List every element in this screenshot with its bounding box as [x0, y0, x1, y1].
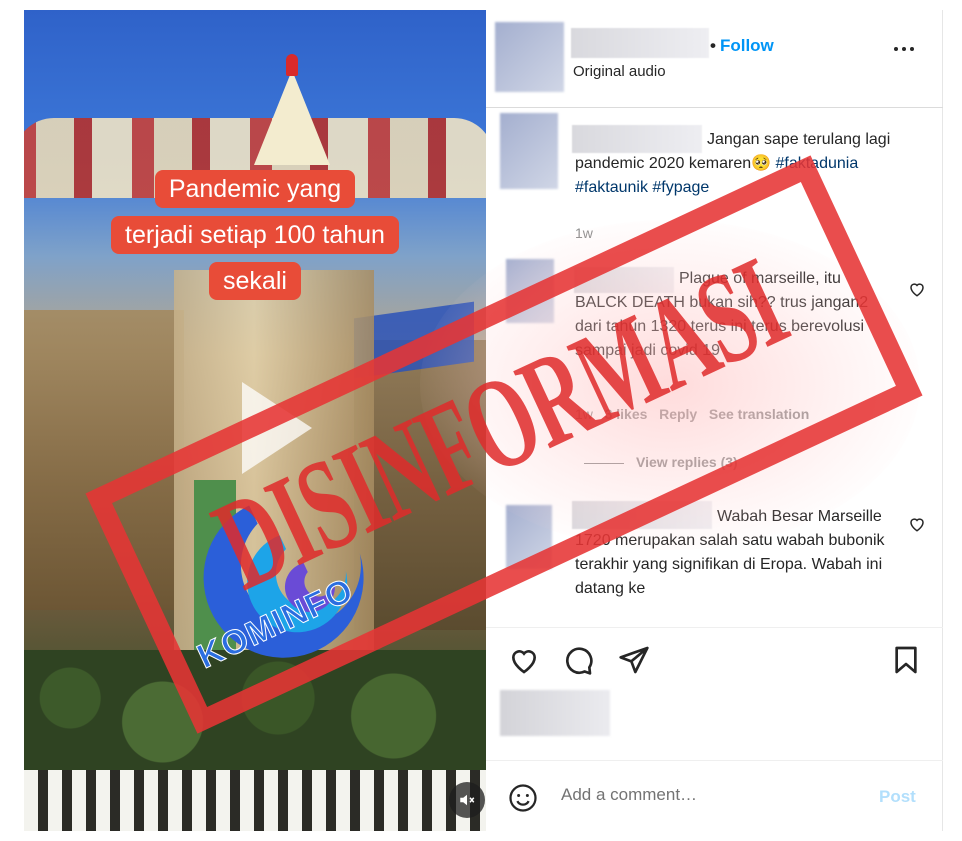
replies-line — [584, 462, 624, 464]
comment-like-heart-icon[interactable] — [908, 280, 926, 298]
like-heart-icon[interactable] — [508, 644, 540, 676]
see-translation-button[interactable]: See translation — [709, 406, 809, 422]
play-icon[interactable] — [242, 382, 312, 474]
author-username[interactable] — [571, 28, 709, 58]
caption-line-1: Pandemic yang — [154, 170, 356, 208]
comment-time-1: 1w — [575, 225, 593, 241]
separator-dot: • — [710, 36, 716, 55]
reply-button[interactable]: Reply — [659, 406, 697, 422]
caption-line-2: terjadi setiap 100 tahun — [111, 216, 399, 254]
share-plane-icon[interactable] — [618, 644, 650, 676]
comment-time: 1w — [575, 406, 593, 422]
more-options-icon[interactable] — [894, 47, 914, 51]
post-panel: • Follow Original audio Jangan sape terul… — [486, 10, 943, 831]
mute-button[interactable] — [449, 782, 485, 818]
likes-count[interactable] — [500, 690, 610, 736]
comment-text: Wabah Besar Marseille 1720 merupakan sal… — [575, 508, 885, 597]
follow-group: • Follow — [710, 36, 774, 56]
post-button[interactable]: Post — [879, 787, 916, 807]
comment-meta-2: 1w 3 likes Reply See translation — [575, 406, 809, 422]
divider — [486, 627, 943, 628]
follow-button[interactable]: Follow — [720, 36, 774, 55]
fence — [24, 770, 486, 831]
comment-avatar[interactable] — [500, 113, 558, 189]
caption-line-3: sekali — [209, 262, 301, 300]
view-replies-button[interactable]: View replies (3) — [636, 454, 738, 470]
comment-bubble-icon[interactable] — [562, 644, 594, 676]
comment-like-heart-icon[interactable] — [908, 515, 926, 533]
video-player[interactable]: Pandemic yang terjadi setiap 100 tahun s… — [24, 10, 486, 831]
tent-tip — [286, 54, 298, 76]
comment-body-3: Wabah Besar Marseille 1720 merupakan sal… — [575, 505, 895, 601]
comment-body-2: Plague of marseille, itu BALCK DEATH buk… — [575, 267, 893, 363]
video-caption: Pandemic yang terjadi setiap 100 tahun s… — [24, 170, 486, 300]
comment-avatar[interactable] — [506, 505, 552, 569]
post-actions — [486, 638, 943, 684]
building-left — [24, 310, 184, 610]
comment-text: Plague of marseille, itu BALCK DEATH buk… — [575, 270, 869, 359]
comments-list[interactable]: Jangan sape terulang lagi pandemic 2020 … — [486, 109, 943, 627]
carousel-tent — [254, 70, 330, 165]
emoji-icon[interactable] — [508, 783, 538, 813]
bookmark-icon[interactable] — [890, 644, 922, 676]
comment-input[interactable] — [561, 785, 861, 805]
post-header: • Follow Original audio — [486, 10, 943, 108]
author-avatar[interactable] — [495, 22, 564, 92]
original-audio-link[interactable]: Original audio — [573, 63, 666, 80]
comment-likes[interactable]: 3 likes — [605, 406, 648, 422]
comment-avatar[interactable] — [506, 259, 554, 323]
speaker-muted-icon — [460, 794, 475, 806]
comment-bar: Post — [486, 760, 943, 831]
view-replies-row[interactable]: View replies (3) — [584, 454, 738, 470]
comment-body-1: Jangan sape terulang lagi pandemic 2020 … — [575, 128, 905, 200]
bushes — [24, 650, 486, 770]
